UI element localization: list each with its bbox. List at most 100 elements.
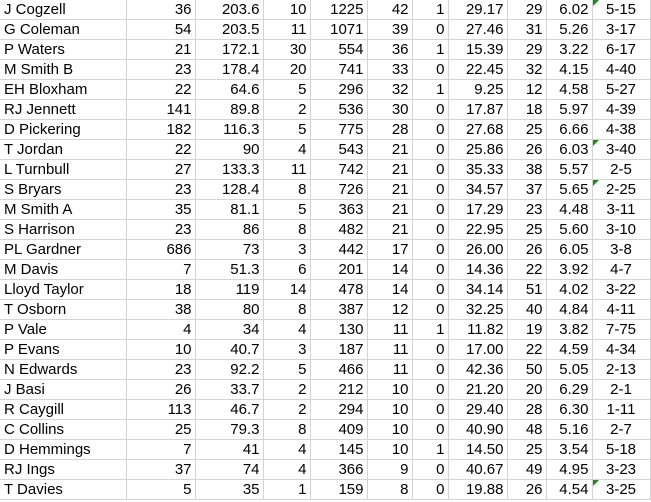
stat-cell[interactable]: 15.39: [448, 39, 508, 60]
stat-cell[interactable]: 3-25: [592, 479, 651, 500]
stat-cell[interactable]: 35.33: [448, 159, 508, 180]
stat-cell[interactable]: 37: [507, 179, 547, 200]
stat-cell[interactable]: 14.50: [448, 439, 508, 460]
stat-cell[interactable]: 36: [126, 0, 196, 20]
stat-cell[interactable]: 32.25: [448, 299, 508, 320]
stat-cell[interactable]: 113: [126, 399, 196, 420]
stat-cell[interactable]: 35: [126, 199, 196, 220]
stat-cell[interactable]: 81.1: [195, 199, 264, 220]
stat-cell[interactable]: 29.40: [448, 399, 508, 420]
stat-cell[interactable]: 116.3: [195, 119, 264, 140]
stat-cell[interactable]: 22.45: [448, 59, 508, 80]
stat-cell[interactable]: 34.57: [448, 179, 508, 200]
stat-cell[interactable]: 34.14: [448, 279, 508, 300]
stat-cell[interactable]: 363: [310, 199, 368, 220]
stat-cell[interactable]: 3-17: [592, 19, 651, 40]
stat-cell[interactable]: 203.5: [195, 19, 264, 40]
stat-cell[interactable]: 79.3: [195, 419, 264, 440]
stat-cell[interactable]: 33: [367, 59, 413, 80]
stat-cell[interactable]: 159: [310, 479, 368, 500]
stat-cell[interactable]: 4-34: [592, 339, 651, 360]
player-name-cell[interactable]: D Pickering: [0, 119, 127, 140]
stat-cell[interactable]: 6-17: [592, 39, 651, 60]
stat-cell[interactable]: 7: [126, 259, 196, 280]
stat-cell[interactable]: 5.05: [546, 359, 593, 380]
stat-cell[interactable]: 130: [310, 319, 368, 340]
stat-cell[interactable]: 29.17: [448, 0, 508, 20]
stat-cell[interactable]: 3.54: [546, 439, 593, 460]
stat-cell[interactable]: 73: [195, 239, 264, 260]
stat-cell[interactable]: 4: [263, 319, 311, 340]
stat-cell[interactable]: 64.6: [195, 79, 264, 100]
stat-cell[interactable]: 2-5: [592, 159, 651, 180]
stat-cell[interactable]: 28: [367, 119, 413, 140]
error-indicator-icon[interactable]: [592, 140, 599, 146]
stat-cell[interactable]: 0: [412, 279, 449, 300]
stat-cell[interactable]: 5: [126, 479, 196, 500]
player-name-cell[interactable]: Lloyd Taylor: [0, 279, 127, 300]
stat-cell[interactable]: 22: [507, 339, 547, 360]
stat-cell[interactable]: 9: [367, 459, 413, 480]
stat-cell[interactable]: 1225: [310, 0, 368, 20]
stat-cell[interactable]: 4: [263, 459, 311, 480]
stat-cell[interactable]: 18: [507, 99, 547, 120]
stat-cell[interactable]: 38: [126, 299, 196, 320]
stat-cell[interactable]: 1: [412, 319, 449, 340]
stat-cell[interactable]: 1071: [310, 19, 368, 40]
stat-cell[interactable]: 8: [263, 299, 311, 320]
stat-cell[interactable]: 17: [367, 239, 413, 260]
stat-cell[interactable]: 5.60: [546, 219, 593, 240]
stat-cell[interactable]: 3-23: [592, 459, 651, 480]
stat-cell[interactable]: 36: [367, 39, 413, 60]
stat-cell[interactable]: 80: [195, 299, 264, 320]
stat-cell[interactable]: 17.00: [448, 339, 508, 360]
stat-cell[interactable]: 3.92: [546, 259, 593, 280]
stat-cell[interactable]: 3-11: [592, 199, 651, 220]
stat-cell[interactable]: 25: [507, 219, 547, 240]
stat-cell[interactable]: 41: [195, 439, 264, 460]
stat-cell[interactable]: 21: [367, 219, 413, 240]
stat-cell[interactable]: 21: [367, 199, 413, 220]
stat-cell[interactable]: 22: [126, 79, 196, 100]
stat-cell[interactable]: 0: [412, 139, 449, 160]
stat-cell[interactable]: 40.7: [195, 339, 264, 360]
player-name-cell[interactable]: S Harrison: [0, 219, 127, 240]
stat-cell[interactable]: 0: [412, 199, 449, 220]
stat-cell[interactable]: 10: [367, 439, 413, 460]
stat-cell[interactable]: 54: [126, 19, 196, 40]
stat-cell[interactable]: 3-22: [592, 279, 651, 300]
stat-cell[interactable]: 4.84: [546, 299, 593, 320]
player-name-cell[interactable]: N Edwards: [0, 359, 127, 380]
stat-cell[interactable]: 28: [507, 399, 547, 420]
stat-cell[interactable]: 2-25: [592, 179, 651, 200]
error-indicator-icon[interactable]: [592, 0, 599, 6]
player-name-cell[interactable]: P Vale: [0, 319, 127, 340]
stat-cell[interactable]: 742: [310, 159, 368, 180]
stat-cell[interactable]: 187: [310, 339, 368, 360]
stat-cell[interactable]: 6.30: [546, 399, 593, 420]
player-name-cell[interactable]: M Smith B: [0, 59, 127, 80]
stat-cell[interactable]: 4.58: [546, 79, 593, 100]
stat-cell[interactable]: 6.66: [546, 119, 593, 140]
stat-cell[interactable]: 38: [507, 159, 547, 180]
stat-cell[interactable]: 17.29: [448, 199, 508, 220]
stat-cell[interactable]: 1: [412, 439, 449, 460]
stat-cell[interactable]: 4-38: [592, 119, 651, 140]
stat-cell[interactable]: 5-18: [592, 439, 651, 460]
stat-cell[interactable]: 2-7: [592, 419, 651, 440]
stat-cell[interactable]: 0: [412, 159, 449, 180]
stat-cell[interactable]: 182: [126, 119, 196, 140]
stat-cell[interactable]: 10: [367, 419, 413, 440]
stat-cell[interactable]: 40.67: [448, 459, 508, 480]
error-indicator-icon[interactable]: [592, 180, 599, 186]
stat-cell[interactable]: 40.90: [448, 419, 508, 440]
stat-cell[interactable]: 0: [412, 259, 449, 280]
stat-cell[interactable]: 30: [367, 99, 413, 120]
stat-cell[interactable]: 11: [367, 359, 413, 380]
stat-cell[interactable]: 26: [507, 479, 547, 500]
stat-cell[interactable]: 90: [195, 139, 264, 160]
stat-cell[interactable]: 478: [310, 279, 368, 300]
stat-cell[interactable]: 1-11: [592, 399, 651, 420]
stat-cell[interactable]: 4-7: [592, 259, 651, 280]
stat-cell[interactable]: 22: [126, 139, 196, 160]
